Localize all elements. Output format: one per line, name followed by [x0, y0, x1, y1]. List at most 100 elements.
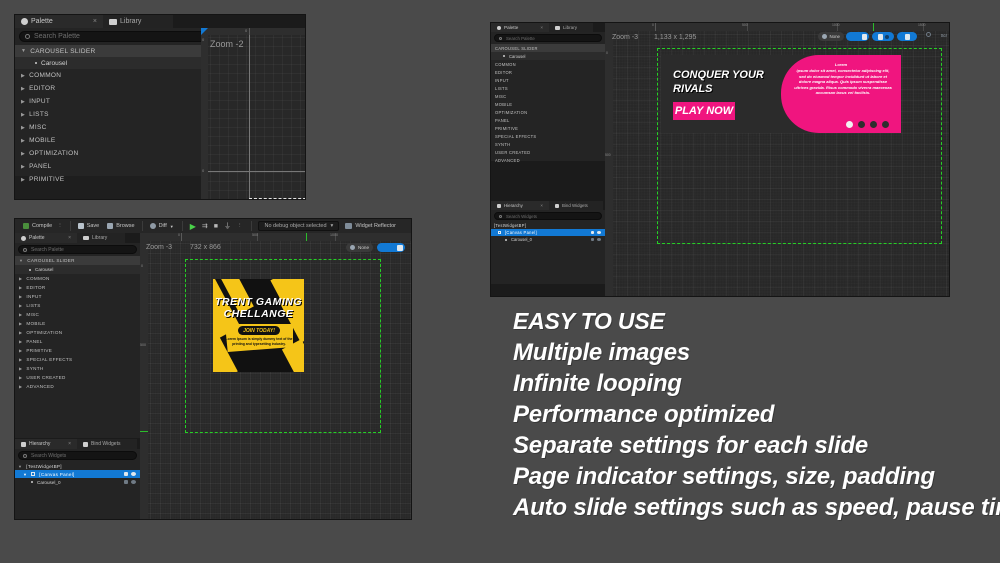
- close-icon[interactable]: ×: [68, 235, 71, 241]
- join-today-button[interactable]: JOIN TODAY!: [238, 326, 280, 335]
- designer-canvas-1[interactable]: Zoom -2 0 0 0: [201, 28, 305, 199]
- palette-category-misc[interactable]: ▶ MISC: [15, 121, 201, 134]
- search-widgets-input[interactable]: Search Widgets: [494, 212, 602, 220]
- slide-image-trent-gaming[interactable]: TRENT GAMING CHELLANGE JOIN TODAY! Lorem…: [213, 279, 304, 372]
- palette-category-advanced[interactable]: ▶ ADVANCED: [15, 382, 140, 391]
- eye-icon[interactable]: [597, 238, 601, 241]
- palette-category-lists[interactable]: ▶ LISTS: [15, 108, 201, 121]
- palette-item-carousel[interactable]: Carousel: [15, 57, 201, 69]
- canvas-mirror-toggle-3[interactable]: [872, 32, 894, 41]
- palette-category-synth[interactable]: ▶ SYNTH: [15, 364, 140, 373]
- eye-icon[interactable]: [131, 480, 136, 484]
- eye-icon[interactable]: [597, 231, 601, 234]
- chevron-down-icon[interactable]: ▼: [170, 224, 174, 229]
- palette-category-lists[interactable]: ▶ LISTS: [15, 301, 140, 310]
- hierarchy-node-canvas-panel[interactable]: ▼ [Canvas Panel]: [15, 470, 140, 478]
- overflow-icon[interactable]: ⋮: [237, 223, 243, 229]
- tab-library[interactable]: Library: [77, 233, 125, 243]
- step-icon[interactable]: ⇉: [202, 222, 208, 230]
- eject-icon[interactable]: ⏚: [224, 221, 231, 231]
- palette-category-optimization[interactable]: OPTIMIZATION: [491, 108, 605, 116]
- palette-category-mobile[interactable]: ▶ MOBILE: [15, 134, 201, 147]
- tab-hierarchy[interactable]: Hierarchy ×: [15, 439, 77, 449]
- palette-category-panel[interactable]: PANEL: [491, 116, 605, 124]
- fill-screen-dropdown-3[interactable]: None: [817, 32, 844, 41]
- canvas-snap-toggle-3[interactable]: [926, 32, 931, 37]
- palette-category-optimization[interactable]: ▶ OPTIMIZATION: [15, 147, 201, 160]
- stop-icon[interactable]: ■: [214, 223, 218, 230]
- tab-palette[interactable]: Palette ×: [15, 233, 77, 243]
- page-indicator[interactable]: [846, 121, 889, 128]
- play-icon[interactable]: ▶: [190, 222, 196, 231]
- palette-item-carousel[interactable]: Carousel: [15, 265, 140, 274]
- close-icon[interactable]: ×: [540, 203, 543, 208]
- hierarchy-node-carousel-0[interactable]: Carousel_0: [491, 236, 605, 243]
- palette-item-carousel[interactable]: Carousel: [491, 52, 605, 60]
- compile-button[interactable]: Compile ⋮: [19, 223, 67, 229]
- palette-category-advanced[interactable]: ADVANCED: [491, 156, 605, 164]
- palette-category-editor[interactable]: ▶ EDITOR: [15, 283, 140, 292]
- palette-category-common[interactable]: COMMON: [491, 60, 605, 68]
- palette-category-primitive[interactable]: PRIMITIVE: [491, 124, 605, 132]
- eye-icon[interactable]: [131, 472, 136, 476]
- palette-category-misc[interactable]: ▶ MISC: [15, 310, 140, 319]
- palette-category-editor[interactable]: EDITOR: [491, 68, 605, 76]
- lock-icon[interactable]: [591, 231, 594, 234]
- lock-icon[interactable]: [591, 238, 594, 241]
- palette-category-carousel-slider[interactable]: ▼ CAROUSEL SLIDER: [15, 45, 201, 57]
- slide-image-conquer-your-rivals[interactable]: CONQUER YOUR RIVALS PLAY NOW Lorem ipsum…: [661, 55, 901, 133]
- palette-category-mobile[interactable]: MOBILE: [491, 100, 605, 108]
- close-icon[interactable]: ×: [540, 25, 543, 30]
- close-icon[interactable]: ×: [93, 18, 97, 25]
- tab-bind-widgets[interactable]: Bind Widgets: [77, 439, 137, 449]
- palette-category-carousel-slider[interactable]: ▼ CAROUSEL SLIDER: [15, 256, 140, 265]
- save-button[interactable]: Save: [74, 223, 104, 229]
- palette-category-lists[interactable]: LISTS: [491, 84, 605, 92]
- palette-category-synth[interactable]: SYNTH: [491, 140, 605, 148]
- tab-palette[interactable]: Palette ×: [15, 15, 103, 28]
- canvas-lock-toggle-2[interactable]: [377, 243, 405, 252]
- search-widgets-input[interactable]: Search Widgets: [18, 451, 137, 460]
- lock-icon[interactable]: [124, 480, 128, 484]
- canvas-lock-toggle-3[interactable]: [846, 32, 869, 41]
- palette-category-user-created[interactable]: ▶ USER CREATED: [15, 373, 140, 382]
- palette-category-panel[interactable]: ▶ PANEL: [15, 337, 140, 346]
- hierarchy-node-testwidgetbp[interactable]: [TestWidgetBP]: [491, 222, 605, 229]
- palette-category-carousel-slider[interactable]: CAROUSEL SLIDER: [491, 44, 605, 52]
- tab-library[interactable]: Library: [549, 23, 593, 32]
- palette-category-panel[interactable]: ▶ PANEL: [15, 160, 201, 173]
- tab-library[interactable]: Library: [103, 15, 173, 28]
- palette-category-editor[interactable]: ▶ EDITOR: [15, 82, 201, 95]
- tab-palette[interactable]: Palette ×: [491, 23, 549, 32]
- diff-button[interactable]: Diff ▼: [146, 223, 178, 229]
- page-dot-4[interactable]: [882, 121, 889, 128]
- fill-screen-dropdown-2[interactable]: None: [346, 243, 373, 252]
- debug-object-dropdown[interactable]: No debug object selected ▾: [258, 221, 340, 231]
- palette-category-mobile[interactable]: ▶ MOBILE: [15, 319, 140, 328]
- palette-category-special-effects[interactable]: ▶ SPECIAL EFFECTS: [15, 355, 140, 364]
- palette-category-common[interactable]: ▶ COMMON: [15, 69, 201, 82]
- search-palette-input[interactable]: Search Palette: [494, 34, 602, 42]
- palette-category-primitive[interactable]: ▶ PRIMITIVE: [15, 346, 140, 355]
- tab-hierarchy[interactable]: Hierarchy ×: [491, 201, 549, 210]
- close-icon[interactable]: ×: [68, 441, 71, 447]
- hierarchy-node-canvas-panel[interactable]: [Canvas Panel]: [491, 229, 605, 236]
- page-dot-2[interactable]: [858, 121, 865, 128]
- palette-category-optimization[interactable]: ▶ OPTIMIZATION: [15, 328, 140, 337]
- overflow-icon[interactable]: ⋮: [57, 223, 63, 229]
- page-dot-1[interactable]: [846, 121, 853, 128]
- designer-canvas-2[interactable]: 0 500 1000 0 500 Zoom -3 732 x 866 None: [140, 233, 411, 519]
- palette-category-special-effects[interactable]: SPECIAL EFFECTS: [491, 132, 605, 140]
- palette-category-input[interactable]: ▶ INPUT: [15, 95, 201, 108]
- lock-icon[interactable]: [124, 472, 128, 476]
- browse-button[interactable]: Browse: [103, 223, 138, 229]
- palette-category-misc[interactable]: MISC: [491, 92, 605, 100]
- palette-category-input[interactable]: ▶ INPUT: [15, 292, 140, 301]
- hierarchy-node-testwidgetbp[interactable]: ▼ [TestWidgetBP]: [15, 462, 140, 470]
- hierarchy-node-carousel-0[interactable]: Carousel_0: [15, 478, 140, 486]
- palette-category-user-created[interactable]: USER CREATED: [491, 148, 605, 156]
- palette-category-primitive[interactable]: ▶ PRIMITIVE: [15, 173, 201, 186]
- canvas-grid-toggle-3[interactable]: [897, 32, 917, 41]
- palette-category-common[interactable]: ▶ COMMON: [15, 274, 140, 283]
- tab-bind-widgets[interactable]: Bind Widgets: [549, 201, 603, 210]
